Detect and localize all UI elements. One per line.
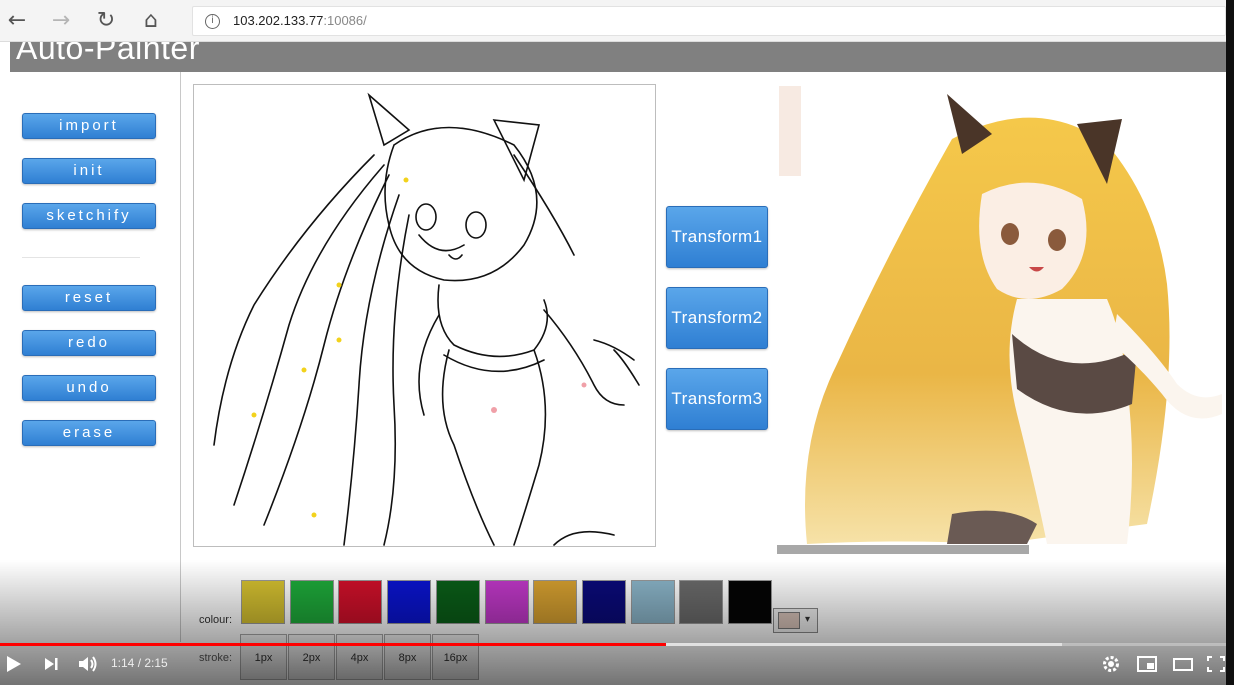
- miniplayer-icon[interactable]: [1136, 652, 1158, 676]
- sketchify-button[interactable]: sketchify: [22, 203, 156, 229]
- url-port: :10086/: [323, 13, 367, 28]
- time-total: 2:15: [144, 656, 168, 670]
- stroke-8px-button[interactable]: 8px: [384, 634, 431, 680]
- reload-icon[interactable]: ↻: [93, 8, 119, 34]
- undo-button[interactable]: undo: [22, 375, 156, 401]
- time-separator: /: [134, 656, 145, 670]
- sidebar-divider: [22, 257, 140, 258]
- home-icon[interactable]: ⌂: [138, 8, 164, 34]
- url-host: 103.202.133.77: [233, 13, 324, 28]
- browser-toolbar: ← → ↻ ⌂ i 103.202.133.77:10086/: [0, 0, 1234, 42]
- colour-swatch[interactable]: [387, 580, 431, 624]
- colour-swatch[interactable]: [436, 580, 480, 624]
- sidebar-border: [180, 72, 181, 642]
- result-canvas: [777, 84, 1226, 547]
- progress-played: [0, 643, 666, 646]
- next-icon[interactable]: [42, 652, 62, 676]
- progress-bar[interactable]: [0, 643, 1234, 646]
- screen: ← → ↻ ⌂ i 103.202.133.77:10086/ Auto-Pai…: [0, 0, 1234, 685]
- sketch-canvas[interactable]: [193, 84, 656, 547]
- colour-swatch[interactable]: [631, 580, 675, 624]
- app-header: Auto-Painter: [10, 42, 1226, 72]
- colour-swatch[interactable]: [679, 580, 723, 624]
- stroke-label: stroke:: [199, 652, 233, 664]
- redo-button[interactable]: redo: [22, 330, 156, 356]
- chevron-down-icon: ▾: [805, 614, 811, 625]
- fullscreen-icon[interactable]: [1206, 652, 1226, 676]
- selected-colour-chip: [778, 612, 800, 629]
- transform3-button[interactable]: Transform3: [666, 368, 768, 430]
- theater-icon[interactable]: [1172, 652, 1194, 676]
- stroke-16px-button[interactable]: 16px: [432, 634, 479, 680]
- colour-swatch[interactable]: [582, 580, 626, 624]
- colour-label: colour:: [199, 614, 233, 626]
- erase-button[interactable]: erase: [22, 420, 156, 446]
- sketch-drawing: [213, 92, 640, 546]
- video-edge: [1226, 0, 1234, 685]
- play-icon[interactable]: [4, 652, 24, 676]
- result-painting: [779, 86, 1222, 545]
- stroke-1px-button[interactable]: 1px: [240, 634, 287, 680]
- transform1-button[interactable]: Transform1: [666, 206, 768, 268]
- volume-icon[interactable]: [76, 652, 100, 676]
- forward-icon[interactable]: →: [48, 8, 74, 34]
- init-button[interactable]: init: [22, 158, 156, 184]
- transform2-button[interactable]: Transform2: [666, 287, 768, 349]
- url-text[interactable]: 103.202.133.77:10086/: [233, 13, 367, 28]
- result-scrollbar[interactable]: [777, 545, 1029, 554]
- colour-swatch[interactable]: [290, 580, 334, 624]
- info-icon[interactable]: i: [205, 14, 220, 29]
- colour-swatch[interactable]: [338, 580, 382, 624]
- app-title: Auto-Painter: [16, 42, 200, 66]
- reset-button[interactable]: reset: [22, 285, 156, 311]
- stroke-2px-button[interactable]: 2px: [288, 634, 335, 680]
- colour-swatch[interactable]: [728, 580, 772, 624]
- time-current: 1:14: [111, 656, 135, 670]
- colour-swatch[interactable]: [485, 580, 529, 624]
- time-display: 1:14 / 2:15: [111, 656, 168, 670]
- colour-swatch[interactable]: [533, 580, 577, 624]
- address-bar[interactable]: i 103.202.133.77:10086/: [192, 6, 1226, 36]
- back-icon[interactable]: ←: [4, 8, 30, 34]
- stroke-4px-button[interactable]: 4px: [336, 634, 383, 680]
- colour-swatch[interactable]: [241, 580, 285, 624]
- import-button[interactable]: import: [22, 113, 156, 139]
- gear-icon[interactable]: [1100, 652, 1122, 676]
- colour-picker[interactable]: ▾: [773, 608, 818, 633]
